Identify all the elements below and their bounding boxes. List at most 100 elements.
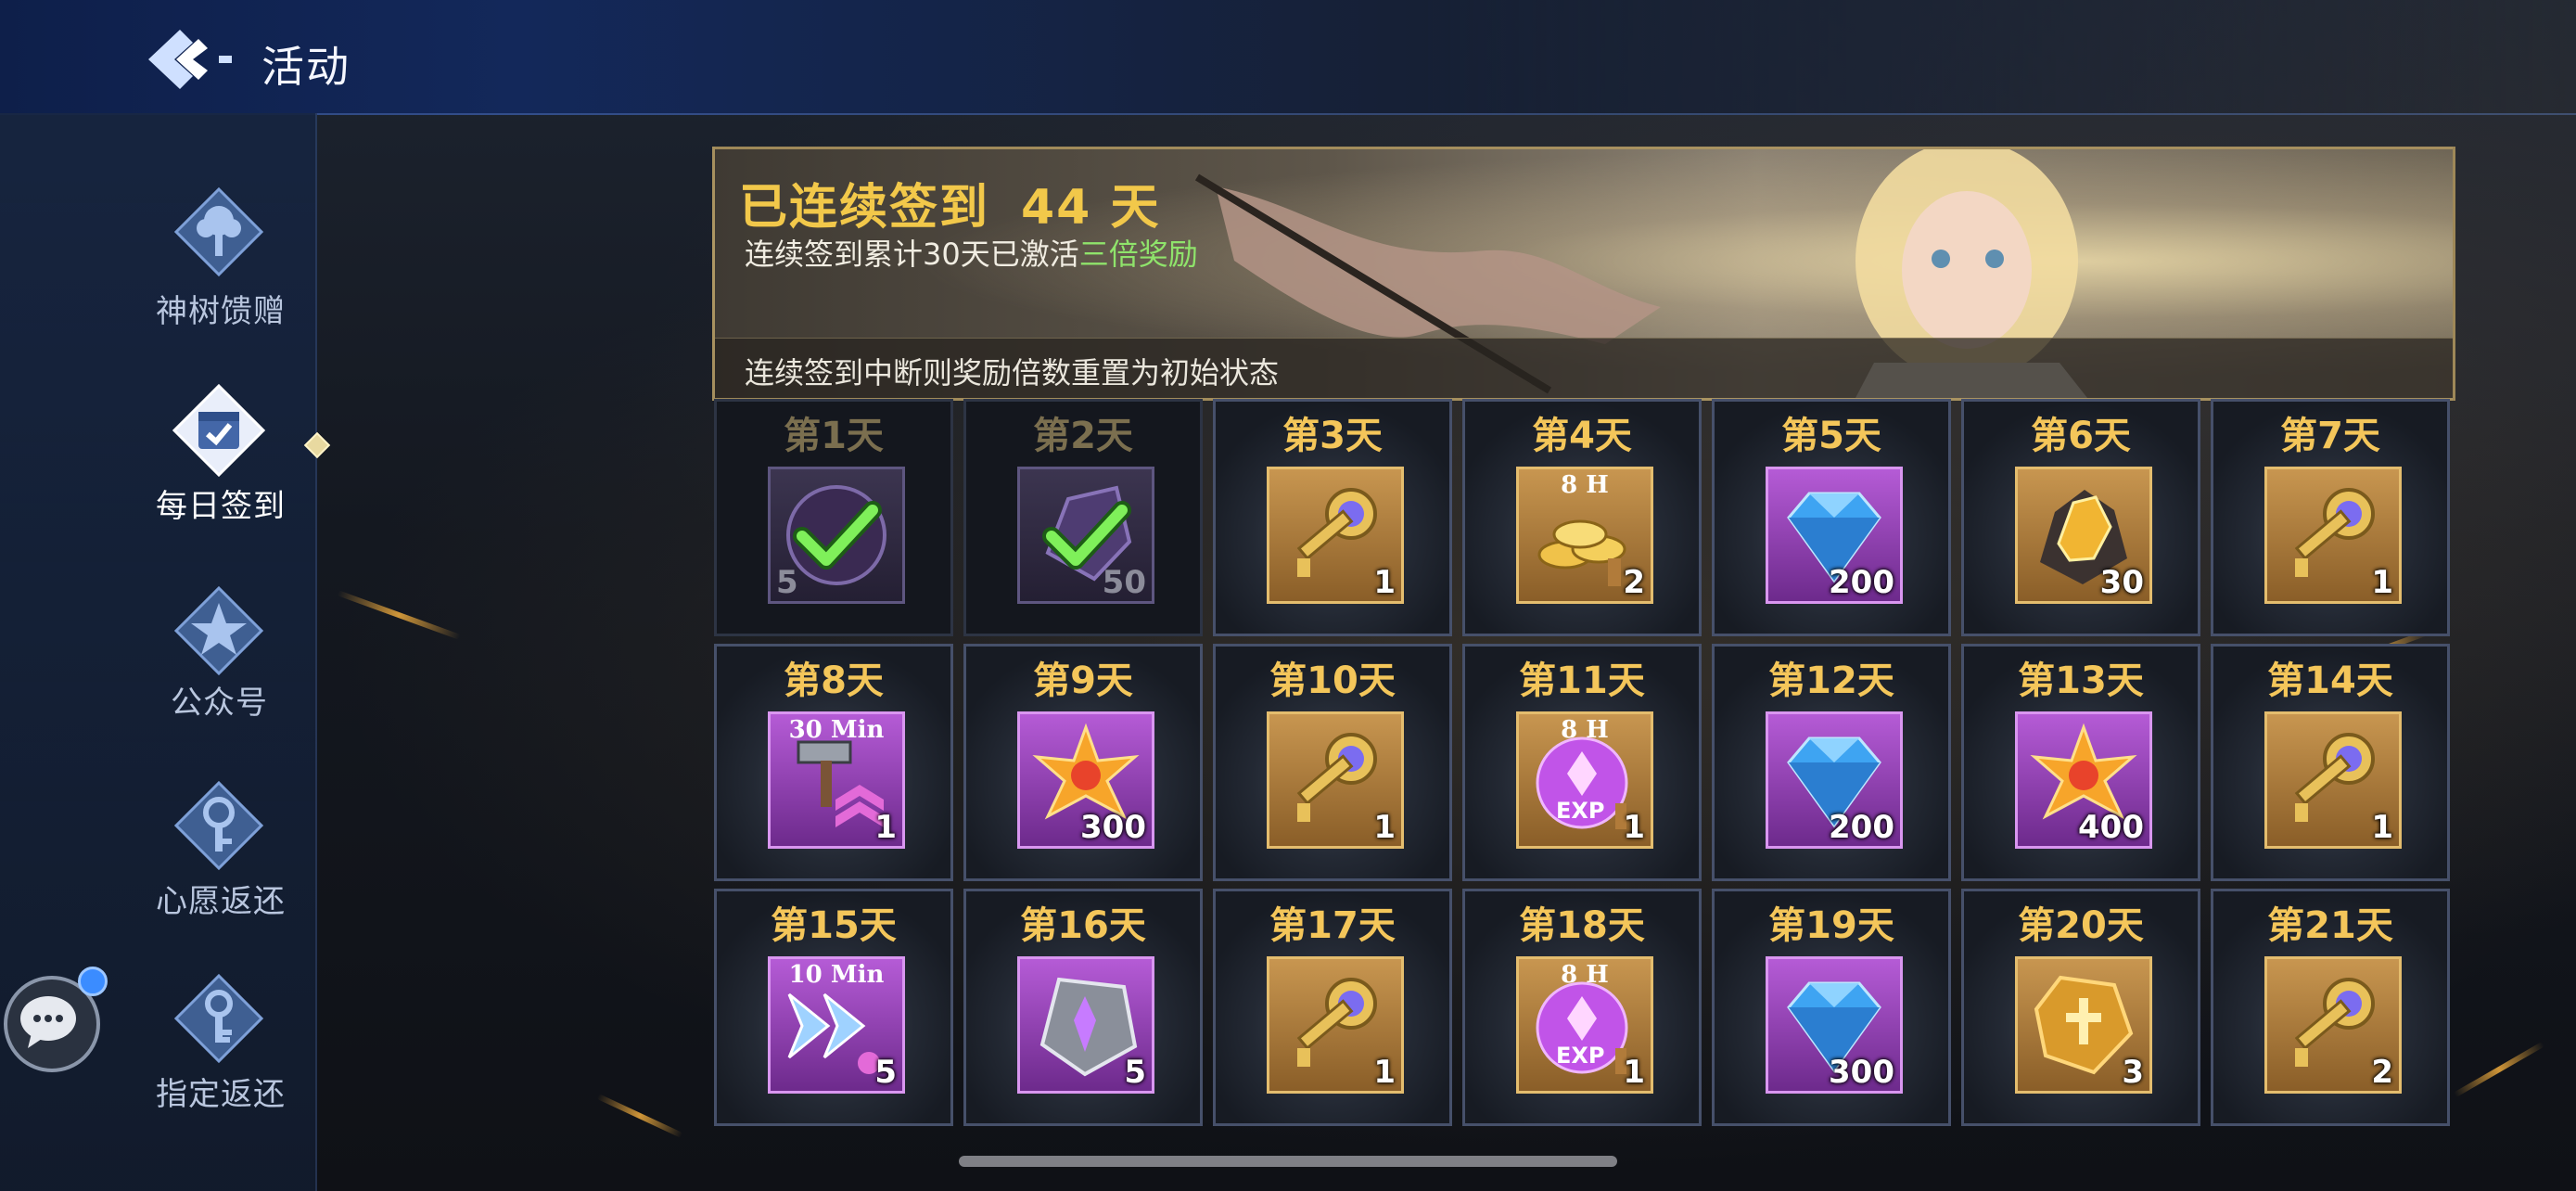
reward-day-cell[interactable]: 第3天 1 bbox=[1213, 399, 1452, 636]
reward-day-cell[interactable]: 第13天 400 bbox=[1961, 644, 2200, 881]
sidebar-item-label: 公众号 bbox=[171, 685, 268, 722]
sidebar-item-tree-gift[interactable]: 神树馈赠 bbox=[0, 186, 297, 352]
sidebar-item-wish-return[interactable]: 心愿返还 bbox=[0, 779, 297, 946]
day-label: 第5天 bbox=[1781, 415, 1881, 457]
gold-coins-item: 8 H 2 bbox=[1516, 467, 1653, 604]
day-label: 第7天 bbox=[2280, 415, 2380, 457]
reward-day-cell[interactable]: 第16天 5 bbox=[963, 889, 1203, 1126]
day-label: 第20天 bbox=[2018, 904, 2144, 947]
reward-quantity: 400 bbox=[2078, 809, 2144, 846]
reward-day-cell[interactable]: 第19天 300 bbox=[1712, 889, 1951, 1126]
day-label: 第16天 bbox=[1020, 904, 1146, 947]
day-label: 第21天 bbox=[2267, 904, 2393, 947]
day-label: 第10天 bbox=[1269, 660, 1396, 702]
golden-key-item: 1 bbox=[1267, 467, 1404, 604]
reward-day-cell[interactable]: 第17天 1 bbox=[1213, 889, 1452, 1126]
golden-key-item: 1 bbox=[1267, 956, 1404, 1094]
wish-key-icon bbox=[173, 780, 264, 871]
reward-day-cell[interactable]: 第9天 300 bbox=[963, 644, 1203, 881]
chat-bubble-icon bbox=[20, 996, 76, 1048]
day-label: 第2天 bbox=[1033, 415, 1133, 457]
reward-quantity: 1 bbox=[874, 809, 897, 846]
duration-label: 8 H bbox=[1561, 716, 1609, 744]
checkin-banner: 已连续签到 44 天 连续签到累计30天已激活三倍奖励 连续签到中断则奖励倍数重… bbox=[712, 147, 2455, 401]
day-label: 第4天 bbox=[1532, 415, 1632, 457]
reward-day-cell[interactable]: 第15天 10 Min 5 bbox=[714, 889, 953, 1126]
golden-key-item: 1 bbox=[2264, 467, 2402, 604]
reward-quantity: 1 bbox=[2371, 564, 2393, 601]
reward-day-cell[interactable]: 第12天 200 bbox=[1712, 644, 1951, 881]
top-header: 活动 bbox=[0, 0, 2576, 115]
home-indicator bbox=[959, 1156, 1617, 1167]
reward-day-cell[interactable]: 第5天 200 bbox=[1712, 399, 1951, 636]
speed-up-item: 10 Min 5 bbox=[768, 956, 905, 1094]
reward-quantity: 1 bbox=[1623, 1054, 1645, 1091]
reward-day-cell[interactable]: 第11天 EXP 8 H 1 bbox=[1462, 644, 1702, 881]
svg-text:EXP: EXP bbox=[1556, 1043, 1605, 1069]
reward-quantity: 2 bbox=[1623, 564, 1645, 601]
golden-key-item: 2 bbox=[2264, 956, 2402, 1094]
day-label: 第15天 bbox=[771, 904, 897, 947]
golden-key-item: 1 bbox=[2264, 711, 2402, 849]
reward-day-cell[interactable]: 第20天 3 bbox=[1961, 889, 2200, 1126]
star-shard-item: 300 bbox=[1017, 711, 1154, 849]
reward-day-cell[interactable]: 第14天 1 bbox=[2211, 644, 2450, 881]
reward-day-cell[interactable]: 第8天 30 Min 1 bbox=[714, 644, 953, 881]
ember-spark bbox=[2453, 1041, 2545, 1098]
reward-day-cell[interactable]: 第1天 5 bbox=[714, 399, 953, 636]
notification-dot bbox=[78, 967, 108, 996]
reward-quantity: 5 bbox=[874, 1054, 897, 1091]
sidebar-item-daily-checkin[interactable]: 每日签到 bbox=[0, 384, 297, 551]
blue-diamond-item: 200 bbox=[1766, 711, 1903, 849]
reward-quantity: 1 bbox=[1373, 564, 1396, 601]
day-label: 第8天 bbox=[784, 660, 884, 702]
day-label: 第19天 bbox=[1768, 904, 1894, 947]
reward-day-cell[interactable]: 第6天 30 bbox=[1961, 399, 2200, 636]
duration-label: 10 Min bbox=[788, 961, 885, 989]
reward-day-cell[interactable]: 第10天 1 bbox=[1213, 644, 1452, 881]
sidebar-item-official-account[interactable]: 公众号 bbox=[0, 584, 297, 751]
reward-day-cell[interactable]: 第4天 8 H 2 bbox=[1462, 399, 1702, 636]
reset-note: 连续签到中断则奖励倍数重置为初始状态 bbox=[745, 355, 1280, 391]
bonus-status: 连续签到累计30天已激活三倍奖励 bbox=[745, 231, 1198, 274]
duration-label: 30 Min bbox=[788, 716, 885, 744]
day-label: 第3天 bbox=[1282, 415, 1383, 457]
sidebar-item-label: 每日签到 bbox=[156, 488, 286, 525]
reward-quantity: 200 bbox=[1829, 564, 1894, 601]
streak-days: 44 天 bbox=[1021, 180, 1161, 236]
bonus-highlight: 三倍奖励 bbox=[1078, 237, 1198, 272]
day-label: 第18天 bbox=[1519, 904, 1645, 947]
reward-day-cell[interactable]: 第18天 EXP 8 H 1 bbox=[1462, 889, 1702, 1126]
duration-label: 8 H bbox=[1561, 961, 1609, 989]
purple-orb-item: 5 bbox=[768, 467, 905, 604]
reward-quantity: 30 bbox=[2099, 564, 2144, 601]
duration-label: 8 H bbox=[1561, 471, 1609, 499]
day-label: 第13天 bbox=[2018, 660, 2144, 702]
reward-quantity: 300 bbox=[1829, 1054, 1894, 1091]
golden-key-item: 1 bbox=[1267, 711, 1404, 849]
day-label: 第6天 bbox=[2031, 415, 2131, 457]
reward-quantity: 1 bbox=[2371, 809, 2393, 846]
exp-orb-item: EXP 8 H 1 bbox=[1516, 956, 1653, 1094]
exp-orb-item: EXP 8 H 1 bbox=[1516, 711, 1653, 849]
reward-day-cell[interactable]: 第21天 2 bbox=[2211, 889, 2450, 1126]
ember-spark bbox=[337, 590, 461, 640]
star-badge-icon bbox=[173, 585, 264, 676]
reward-day-cell[interactable]: 第7天 1 bbox=[2211, 399, 2450, 636]
back-arrow-icon bbox=[148, 30, 232, 89]
back-button[interactable] bbox=[139, 22, 250, 96]
svg-text:EXP: EXP bbox=[1556, 798, 1605, 824]
reward-quantity: 300 bbox=[1080, 809, 1146, 846]
hammer-upgrade-item: 30 Min 1 bbox=[768, 711, 905, 849]
day-label: 第11天 bbox=[1519, 660, 1645, 702]
blue-diamond-item: 300 bbox=[1766, 956, 1903, 1094]
page-title: 活动 bbox=[261, 42, 351, 92]
sidebar-item-label: 指定返还 bbox=[156, 1076, 286, 1113]
reward-day-cell[interactable]: 第2天 50 bbox=[963, 399, 1203, 636]
reward-quantity: 200 bbox=[1829, 809, 1894, 846]
checkmark-icon bbox=[793, 501, 882, 570]
ember-spark bbox=[596, 1094, 683, 1138]
day-label: 第12天 bbox=[1768, 660, 1894, 702]
reset-note-bar: 连续签到中断则奖励倍数重置为初始状态 bbox=[715, 338, 2453, 398]
sidebar-item-label: 神树馈赠 bbox=[156, 293, 286, 330]
